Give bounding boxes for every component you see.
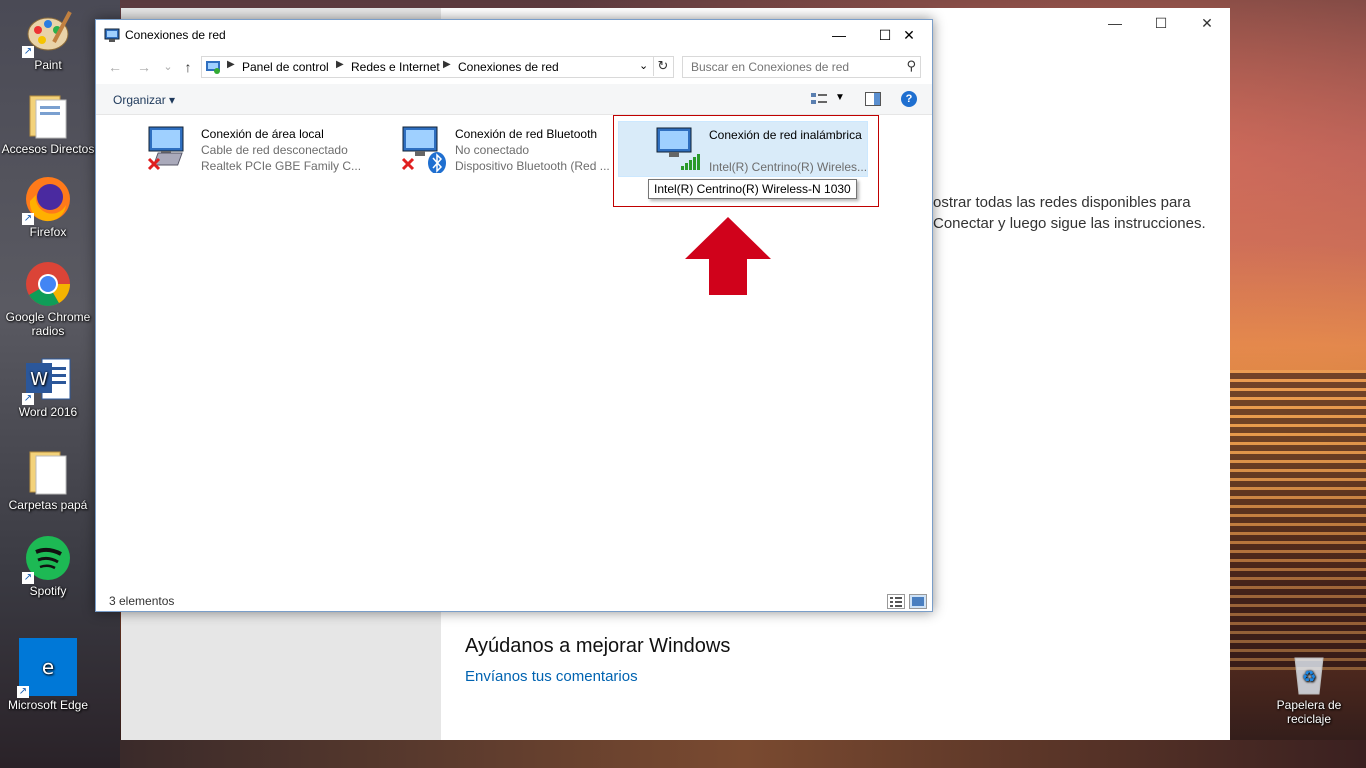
- firefox-icon: ↗: [22, 175, 72, 225]
- bluetooth-adapter-icon: [401, 123, 451, 174]
- connection-item-local-area[interactable]: Conexión de área local Cable de red desc…: [147, 119, 379, 179]
- connection-item-bluetooth[interactable]: Conexión de red Bluetooth No conectado D…: [401, 119, 633, 179]
- forward-button[interactable]: →: [134, 58, 154, 76]
- recycle-bin-icon: ♻: [1285, 648, 1333, 696]
- edge-icon: e ↗: [17, 638, 77, 698]
- connection-status: No conectado: [455, 143, 530, 157]
- up-button[interactable]: ↑: [178, 58, 198, 76]
- back-button[interactable]: ←: [105, 58, 125, 76]
- desktop-icon-paint[interactable]: ↗ Paint: [0, 8, 98, 72]
- command-bar: Organizar ▾ ▼ ?: [96, 84, 932, 115]
- preview-pane-icon[interactable]: [865, 92, 881, 109]
- desktop-icon-label: Word 2016: [18, 405, 78, 419]
- desktop-bottom-strip: [120, 740, 1366, 768]
- organize-button[interactable]: Organizar ▾: [113, 93, 175, 107]
- connection-name: Conexión de red Bluetooth: [455, 127, 598, 141]
- search-box[interactable]: ⚲: [682, 56, 921, 78]
- connection-device: Realtek PCIe GBE Family C...: [201, 159, 362, 173]
- item-count: 3 elementos: [109, 594, 175, 608]
- connection-status: Cable de red desconectado: [201, 143, 348, 157]
- help-icon[interactable]: ?: [901, 91, 917, 107]
- tiles-view-icon[interactable]: [909, 594, 927, 609]
- desktop-icon-recycle-bin[interactable]: ♻ Papelera de reciclaje: [1259, 648, 1359, 726]
- refresh-button[interactable]: ↻: [653, 56, 672, 76]
- desktop-icon-spotify[interactable]: ↗ Spotify: [0, 534, 98, 598]
- desktop-icon-label: Spotify: [29, 584, 67, 598]
- desktop-icon-label: Carpetas papá: [8, 498, 88, 512]
- svg-text:♻: ♻: [1302, 667, 1316, 686]
- change-view-icon[interactable]: [811, 92, 827, 109]
- svg-text:e: e: [42, 655, 54, 679]
- settings-minimize-button[interactable]: —: [1092, 8, 1138, 38]
- settings-maximize-button[interactable]: ☐: [1138, 8, 1184, 38]
- control-panel-icon: [205, 59, 221, 78]
- breadcrumb-separator-icon: ▶: [443, 59, 451, 70]
- city-lights: [1230, 370, 1366, 670]
- desktop-icon-word[interactable]: W ↗ Word 2016: [0, 355, 98, 419]
- desktop-icon-chrome[interactable]: Google Chrome radios: [0, 260, 98, 338]
- settings-close-button[interactable]: ✕: [1184, 8, 1230, 38]
- connections-list: Conexión de área local Cable de red desc…: [96, 115, 932, 582]
- status-bar: 3 elementos: [96, 591, 932, 611]
- desktop-icon-label: Firefox: [29, 225, 67, 239]
- breadcrumb-panel-de-control[interactable]: Panel de control: [242, 60, 329, 74]
- desktop-icon-firefox[interactable]: ↗ Firefox: [0, 175, 98, 239]
- network-connections-icon: [104, 27, 120, 43]
- search-input[interactable]: [683, 57, 909, 77]
- desktop-icon-label: Microsoft Edge: [7, 698, 89, 712]
- search-icon: ⚲: [906, 58, 916, 73]
- details-view-icon[interactable]: [887, 594, 905, 609]
- settings-window-controls: — ☐ ✕: [1092, 8, 1230, 38]
- feedback-link[interactable]: Envíanos tus comentarios: [465, 668, 638, 685]
- improve-windows-heading: Ayúdanos a mejorar Windows: [465, 635, 731, 657]
- chrome-icon: [24, 260, 72, 308]
- folder-icon: [24, 448, 72, 496]
- device-tooltip: Intel(R) Centrino(R) Wireless-N 1030: [648, 179, 857, 199]
- annotation-arrow-icon: [685, 215, 771, 298]
- desktop-icon-accesos[interactable]: Accesos Directos: [0, 92, 98, 156]
- desktop-icon-carpetas[interactable]: Carpetas papá: [0, 448, 98, 512]
- recent-locations-button[interactable]: ⌄: [158, 58, 178, 76]
- connection-name: Conexión de área local: [201, 127, 324, 141]
- connection-device: Dispositivo Bluetooth (Red ...: [455, 159, 610, 173]
- breadcrumb-separator-icon: ▶: [227, 59, 235, 70]
- desktop-icon-label: Google Chrome radios: [5, 310, 91, 338]
- window-title: Conexiones de red: [125, 28, 226, 42]
- address-bar[interactable]: ▶ Panel de control ▶ Redes e Internet ▶ …: [201, 56, 674, 78]
- ethernet-adapter-icon: [147, 123, 197, 173]
- breadcrumb-redes-e-internet[interactable]: Redes e Internet: [351, 60, 440, 74]
- settings-text-line-2: Conectar y luego sigue las instrucciones…: [933, 215, 1206, 232]
- explorer-window: Conexiones de red — ☐ ✕ ← → ⌄ ↑ ▶ Panel …: [95, 19, 933, 612]
- paint-icon: ↗: [22, 8, 72, 58]
- breadcrumb-separator-icon: ▶: [336, 59, 344, 70]
- folder-icon: [24, 92, 72, 140]
- chevron-down-icon[interactable]: ⌄: [639, 59, 648, 72]
- view-options-dropdown-icon[interactable]: ▼: [835, 92, 845, 103]
- settings-text-line-1: ostrar todas las redes disponibles para: [933, 194, 1191, 211]
- title-bar[interactable]: Conexiones de red — ☐ ✕: [96, 20, 932, 50]
- desktop-icon-edge[interactable]: e ↗ Microsoft Edge: [0, 638, 98, 712]
- breadcrumb-conexiones-de-red[interactable]: Conexiones de red: [458, 60, 559, 74]
- word-icon: W ↗: [22, 355, 72, 405]
- minimize-button[interactable]: —: [816, 20, 862, 50]
- desktop-icon-label: Accesos Directos: [1, 142, 95, 156]
- spotify-icon: ↗: [22, 534, 72, 584]
- desktop-icon-label: Paint: [34, 58, 62, 72]
- desktop-icon-label: Papelera de reciclaje: [1276, 698, 1342, 726]
- navigation-bar: ← → ⌄ ↑ ▶ Panel de control ▶ Redes e Int…: [96, 50, 932, 84]
- close-button[interactable]: ✕: [886, 20, 932, 50]
- svg-text:W: W: [30, 369, 48, 390]
